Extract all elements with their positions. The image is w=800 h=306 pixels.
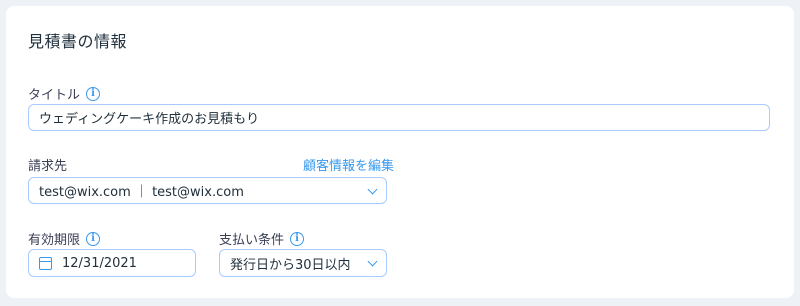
expiry-label: 有効期限 xyxy=(28,233,81,248)
calendar-icon[interactable] xyxy=(39,256,52,270)
bill-to-dropdown[interactable]: test@wix.com ｜ test@wix.com xyxy=(28,177,387,204)
title-input-value: ウェディングケーキ作成のお見積もり xyxy=(39,112,260,127)
info-icon[interactable]: i xyxy=(86,231,101,246)
bill-to-label: 請求先 xyxy=(28,159,68,174)
title-label: タイトル xyxy=(28,88,81,103)
section-title: 見積書の情報 xyxy=(28,32,128,51)
payment-terms-label-row: 支払い条件 i xyxy=(219,229,305,248)
payment-terms-dropdown[interactable]: 発行日から30日以内 xyxy=(219,249,387,277)
info-icon[interactable]: i xyxy=(290,231,305,246)
expiry-label-row: 有効期限 i xyxy=(28,229,101,248)
payment-terms-label: 支払い条件 xyxy=(219,233,285,248)
quote-info-card: 見積書の情報 タイトル i ウェディングケーキ作成のお見積もり 請求先 顧客情報… xyxy=(6,6,794,298)
edit-customer-link[interactable]: 顧客情報を編集 xyxy=(303,155,394,174)
title-label-row: タイトル i xyxy=(28,84,101,103)
chevron-down-icon xyxy=(367,184,378,194)
expiry-date-input[interactable]: 12/31/2021 xyxy=(28,249,196,277)
chevron-down-icon xyxy=(367,256,378,267)
bill-to-label-row: 請求先 xyxy=(28,155,67,174)
info-icon[interactable]: i xyxy=(86,86,101,101)
payment-terms-value: 発行日から30日以内 xyxy=(230,257,351,273)
bill-to-value: test@wix.com ｜ test@wix.com xyxy=(39,185,244,200)
expiry-date-value: 12/31/2021 xyxy=(62,255,137,271)
title-input[interactable]: ウェディングケーキ作成のお見積もり xyxy=(28,104,770,131)
